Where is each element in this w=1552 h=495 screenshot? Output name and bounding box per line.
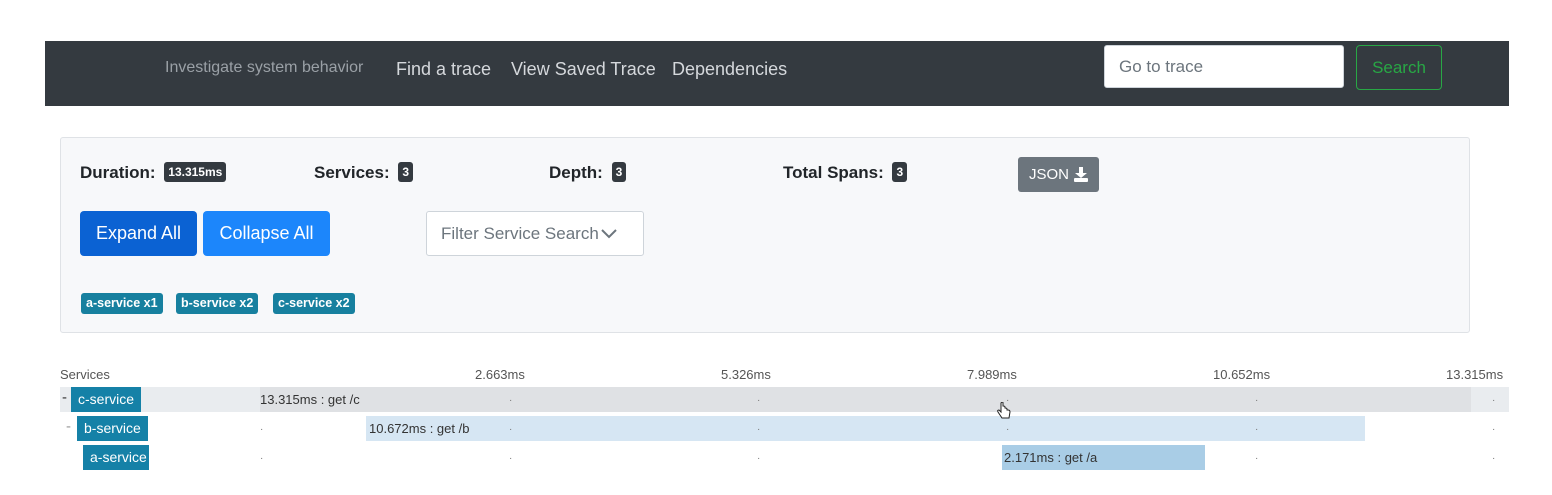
nav-link-dependencies[interactable]: Dependencies	[672, 59, 787, 80]
grid-dot: ·	[757, 424, 761, 435]
row-collapse-toggle[interactable]: -	[62, 389, 67, 406]
total-spans-badge: 3	[892, 162, 908, 182]
grid-dot: ·	[1492, 424, 1496, 435]
span-label: 10.672ms : get /b	[369, 421, 470, 436]
grid-dot: ·	[509, 424, 513, 435]
filter-service-select[interactable]: Filter Service Search	[426, 211, 644, 256]
service-label-c[interactable]: c-service	[71, 387, 141, 412]
row-collapse-toggle[interactable]: -	[66, 418, 71, 435]
span-label: 13.315ms : get /c	[260, 392, 360, 407]
grid-dot: ·	[1006, 424, 1010, 435]
json-download-button[interactable]: JSON	[1018, 157, 1099, 192]
span-row-b-service[interactable]: - b-service · 10.672ms : get /b · · · · …	[60, 416, 1509, 441]
grid-dot: ·	[260, 424, 264, 435]
grid-dot: ·	[757, 453, 761, 464]
duration-stat: Duration: 13.315ms	[80, 162, 227, 183]
grid-dot: ·	[509, 395, 513, 406]
timeline-tick: 5.326ms	[721, 367, 771, 382]
span-bar[interactable]	[260, 387, 1471, 412]
search-button[interactable]: Search	[1356, 45, 1442, 90]
timeline-tick: 2.663ms	[475, 367, 525, 382]
top-navbar: Investigate system behavior Find a trace…	[45, 41, 1509, 106]
depth-stat: Depth: 3	[549, 162, 627, 183]
timeline-tick: 7.989ms	[967, 367, 1017, 382]
hand-cursor-icon	[997, 402, 1011, 419]
service-label-a[interactable]: a-service	[83, 445, 149, 470]
span-label: 2.171ms : get /a	[1004, 450, 1098, 465]
span-bar[interactable]	[366, 416, 1365, 441]
filter-service-placeholder: Filter Service Search	[441, 223, 599, 243]
go-to-trace-input[interactable]	[1104, 45, 1344, 88]
trace-summary-panel: Duration: 13.315ms Services: 3 Depth: 3 …	[60, 137, 1470, 333]
nav-link-view-saved-trace[interactable]: View Saved Trace	[511, 59, 656, 80]
total-spans-stat: Total Spans: 3	[783, 162, 908, 183]
depth-label: Depth:	[549, 163, 603, 182]
service-tag-b[interactable]: b-service x2	[176, 293, 259, 314]
nav-tagline: Investigate system behavior	[165, 59, 364, 76]
total-spans-label: Total Spans:	[783, 163, 884, 182]
span-row-c-service[interactable]: - c-service 13.315ms : get /c · · · · ·	[60, 387, 1509, 412]
grid-dot: ·	[1255, 424, 1259, 435]
service-tag-a[interactable]: a-service x1	[81, 293, 163, 314]
grid-dot: ·	[260, 453, 264, 464]
span-row-a-service[interactable]: a-service · · · 2.171ms : get /a · ·	[60, 445, 1509, 470]
services-label: Services:	[314, 163, 390, 182]
grid-dot: ·	[1255, 395, 1259, 406]
grid-dot: ·	[757, 395, 761, 406]
download-icon	[1074, 167, 1088, 182]
json-button-label: JSON	[1028, 166, 1069, 183]
depth-badge: 3	[611, 162, 627, 182]
nav-link-find-trace[interactable]: Find a trace	[396, 59, 491, 80]
services-badge: 3	[398, 162, 414, 182]
duration-badge: 13.315ms	[164, 162, 227, 182]
expand-all-button[interactable]: Expand All	[80, 211, 197, 256]
services-stat: Services: 3	[314, 162, 414, 183]
service-label-b[interactable]: b-service	[77, 416, 148, 441]
grid-dot: ·	[1492, 453, 1496, 464]
duration-label: Duration:	[80, 163, 156, 182]
grid-dot: ·	[1492, 395, 1496, 406]
service-tag-c[interactable]: c-service x2	[273, 293, 355, 314]
timeline-tick: 10.652ms	[1213, 367, 1271, 382]
services-column-header: Services	[60, 367, 110, 382]
chevron-down-icon	[601, 228, 617, 238]
grid-dot: ·	[1255, 453, 1259, 464]
timeline-tick: 13.315ms	[1446, 367, 1504, 382]
grid-dot: ·	[509, 453, 513, 464]
collapse-all-button[interactable]: Collapse All	[203, 211, 330, 256]
